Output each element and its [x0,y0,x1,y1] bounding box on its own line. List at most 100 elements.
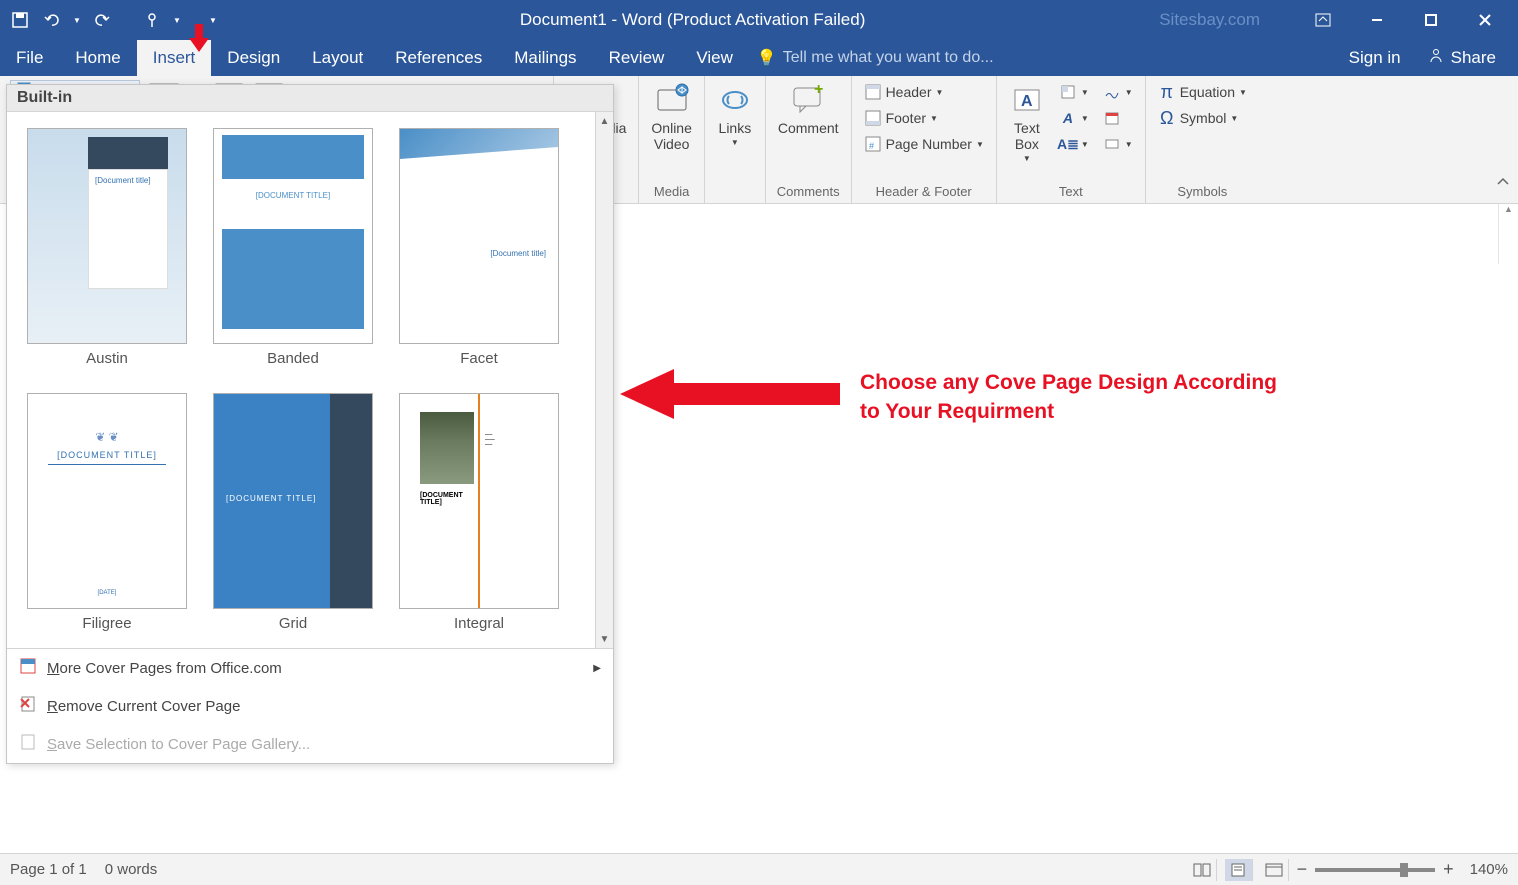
cover-grid[interactable]: [DOCUMENT TITLE] Grid [213,393,373,632]
more-cover-pages-menu[interactable]: More Cover Pages from Office.com ▶ [7,649,613,687]
cover-filigree[interactable]: ❦ ❦[DOCUMENT TITLE] [DATE] Filigree [27,393,187,632]
cover-austin[interactable]: [Document title] Austin [27,128,187,367]
object-button[interactable]: ▼ [1099,132,1137,156]
thumb-integral: [DOCUMENT TITLE] ━━━━━━━━━━ [399,393,559,609]
header-footer-group-label: Header & Footer [876,184,972,201]
symbol-button[interactable]: ΩSymbol ▼ [1154,106,1251,130]
equation-button[interactable]: πEquation ▼ [1154,80,1251,104]
symbol-icon: Ω [1158,109,1176,127]
footer-icon [864,109,882,127]
scroll-down-icon[interactable]: ▼ [596,630,613,648]
svg-text:#: # [869,141,874,151]
comment-icon: + [790,82,826,118]
annotation-arrow-down-icon [187,24,211,52]
signature-button[interactable]: ▼ [1099,80,1137,104]
web-layout-icon[interactable] [1261,859,1289,881]
thumb-austin: [Document title] [27,128,187,344]
annotation-arrow-left-icon [620,365,840,423]
lightbulb-icon: 💡 [757,48,777,68]
header-button[interactable]: Header ▼ [860,80,988,104]
quick-parts-icon [1059,83,1077,101]
save-icon[interactable] [8,8,32,32]
page-number-button[interactable]: #Page Number ▼ [860,132,988,156]
remove-cover-page-menu[interactable]: Remove Current Cover Page [7,687,613,725]
object-icon [1103,135,1121,153]
footer-button[interactable]: Footer ▼ [860,106,988,130]
window-controls: Sitesbay.com [1159,6,1518,34]
dropdown-scrollbar[interactable]: ▲ ▼ [595,112,613,648]
tab-review[interactable]: Review [593,40,681,76]
tab-home[interactable]: Home [59,40,136,76]
tab-view[interactable]: View [680,40,749,76]
zoom-slider[interactable] [1315,868,1435,872]
sign-in-link[interactable]: Sign in [1339,48,1411,68]
text-box-button[interactable]: A Text Box ▼ [1005,80,1049,165]
cover-page-dropdown: Built-in [Document title] Austin [DOCUME… [6,84,614,764]
text-box-icon: A [1009,82,1045,118]
scroll-up-icon[interactable]: ▲ [596,112,613,130]
annotation-text: Choose any Cove Page Design According to… [860,368,1277,427]
drop-cap-button[interactable]: A≣▼ [1055,132,1093,156]
word-count[interactable]: 0 words [105,861,158,878]
tab-mailings[interactable]: Mailings [498,40,592,76]
date-time-button[interactable] [1099,106,1137,130]
svg-text:+: + [814,82,823,98]
tab-references[interactable]: References [379,40,498,76]
thumb-grid: [DOCUMENT TITLE] [213,393,373,609]
header-icon [864,83,882,101]
scroll-up-icon[interactable]: ▲ [1499,204,1518,222]
print-layout-icon[interactable] [1225,859,1253,881]
page-number-icon: # [864,135,882,153]
thumb-banded: [DOCUMENT TITLE] [213,128,373,344]
thumb-facet: [Document title] [399,128,559,344]
tab-design[interactable]: Design [211,40,296,76]
cover-facet[interactable]: [Document title] Facet [399,128,559,367]
undo-icon[interactable] [40,8,64,32]
comment-button[interactable]: + Comment [774,80,843,138]
text-group-label: Text [1059,184,1083,201]
tab-file[interactable]: File [0,40,59,76]
tab-layout[interactable]: Layout [296,40,379,76]
close-icon[interactable] [1464,6,1506,34]
quick-parts-button[interactable]: ▼ [1055,80,1093,104]
undo-dropdown-icon[interactable]: ▼ [72,8,82,32]
zoom-in-button[interactable]: + [1443,859,1454,880]
ribbon-display-icon[interactable] [1302,6,1344,34]
link-icon [717,82,753,118]
tell-me-search[interactable]: 💡 Tell me what you want to do... [749,48,994,68]
media-group-label: Media [654,184,689,201]
window-title: Document1 - Word (Product Activation Fai… [226,10,1159,30]
zoom-out-button[interactable]: − [1297,859,1308,880]
statusbar: Page 1 of 1 0 words − + 140% [0,853,1518,885]
maximize-icon[interactable] [1410,6,1452,34]
office-icon [19,657,37,679]
cover-integral[interactable]: [DOCUMENT TITLE] ━━━━━━━━━━ Integral [399,393,559,632]
collapse-ribbon-icon[interactable] [1496,175,1514,193]
redo-icon[interactable] [90,8,114,32]
wordart-button[interactable]: A▼ [1055,106,1093,130]
qat-dropdown-icon[interactable]: ▼ [172,8,182,32]
dropdown-footer: More Cover Pages from Office.com ▶ Remov… [7,648,613,763]
share-button[interactable]: Share [1417,47,1506,70]
drop-cap-icon: A≣ [1059,135,1077,153]
video-icon [654,82,690,118]
equation-icon: π [1158,83,1176,101]
thumb-filigree: ❦ ❦[DOCUMENT TITLE] [DATE] [27,393,187,609]
zoom-level[interactable]: 140% [1470,861,1508,878]
minimize-icon[interactable] [1356,6,1398,34]
online-video-button[interactable]: Online Video [647,80,695,154]
share-icon [1427,47,1445,70]
cover-banded[interactable]: [DOCUMENT TITLE] Banded [213,128,373,367]
dropdown-section-header: Built-in [7,85,613,112]
document-scrollbar[interactable]: ▲ [1498,204,1518,264]
remove-icon [19,695,37,717]
links-button[interactable]: Links ▼ [713,80,757,149]
wordart-icon: A [1059,109,1077,127]
page-indicator[interactable]: Page 1 of 1 [10,861,87,878]
comments-group-label: Comments [777,184,840,201]
save-to-gallery-menu: Save Selection to Cover Page Gallery... [7,725,613,763]
signature-icon [1103,83,1121,101]
read-mode-icon[interactable] [1189,859,1217,881]
titlebar: ▼ ▼ ▼ Document1 - Word (Product Activati… [0,0,1518,40]
touch-mode-icon[interactable] [140,8,164,32]
